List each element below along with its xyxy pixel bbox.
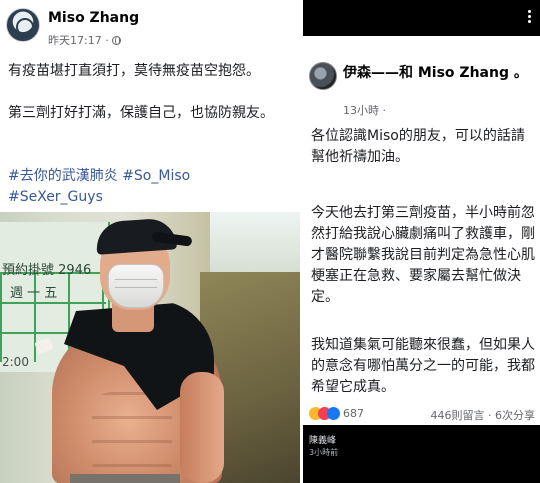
post-timestamp[interactable]: 13小時 · — [343, 102, 386, 118]
more-options-icon[interactable] — [528, 10, 532, 24]
clinic-sign-hours: 2:00 — [2, 355, 29, 369]
post-text-paragraph: 各位認識Miso的朋友，可以的話請幫他祈禱加油。 — [311, 128, 525, 165]
reaction-count[interactable]: 687 — [343, 407, 364, 420]
globe-icon — [111, 36, 121, 45]
post-photo[interactable]: 預約掛號 2946 週 一 五 2:00 — [0, 212, 300, 483]
post-header: 伊森——和 Miso Zhang 。 13小時 · — [309, 62, 535, 118]
hashtag-link[interactable]: #SeXer_Guys — [8, 189, 103, 205]
hashtag-list: #去你的武漢肺炎 #So_Miso #SeXer_Guys — [8, 166, 296, 208]
post-text-paragraph: 今天他去打第三劑疫苗，半小時前忽然打給我說心臟劇痛叫了救護車，剛才醫院聯繫我說目… — [311, 205, 535, 305]
author-name[interactable]: 伊森——和 Miso Zhang 。 — [343, 64, 533, 83]
right-post: 伊森——和 Miso Zhang 。 13小時 · 各位認識Miso的朋友，可以… — [303, 0, 540, 483]
person-shorts — [70, 474, 180, 483]
top-bar — [303, 0, 540, 36]
reaction-summary[interactable]: 687 446則留言 · 6次分享 — [309, 406, 537, 422]
face-mask — [108, 264, 164, 308]
avatar[interactable] — [6, 8, 40, 42]
comment-preview: 陳義峰 3小時前 — [303, 425, 540, 483]
comment-timestamp: 3小時前 — [309, 448, 339, 457]
post-text-paragraph: 第三劑打好打滿，保護自己，也協防親友。 — [8, 105, 274, 121]
post-header: Miso Zhang 昨天17:17 · — [6, 6, 296, 48]
avatar[interactable] — [309, 62, 337, 90]
clinic-sign-days: 週 一 五 — [10, 286, 58, 301]
timestamp-text[interactable]: 昨天17:17 · — [48, 34, 109, 47]
author-name[interactable]: Miso Zhang — [48, 10, 139, 26]
clinic-sign-text: 預約掛號 2946 — [2, 263, 92, 278]
post-timestamp[interactable]: 昨天17:17 · — [48, 32, 121, 48]
left-post: Miso Zhang 昨天17:17 · 有疫苗堪打直須打，莫待無疫苗空抱怨。 … — [0, 0, 300, 483]
person-arm — [180, 372, 224, 483]
comment-author[interactable]: 陳義峰 — [309, 433, 336, 446]
comment-share-stats[interactable]: 446則留言 · 6次分享 — [431, 407, 535, 423]
hashtag-link[interactable]: #So_Miso — [122, 168, 190, 184]
post-text-paragraph: 我知道集氣可能聽來很蠢，但如果人的意念有哪怕萬分之一的可能，我都希望它成真。 — [311, 337, 535, 395]
hashtag-link[interactable]: #去你的武漢肺炎 — [8, 168, 118, 184]
post-text-paragraph: 有疫苗堪打直須打，莫待無疫苗空抱怨。 — [8, 63, 260, 79]
like-reaction-icon — [327, 407, 340, 420]
